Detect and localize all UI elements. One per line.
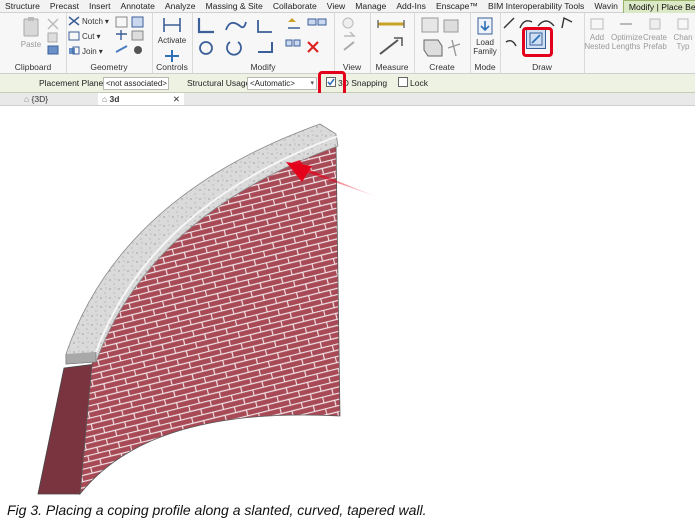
geometry-tools-icons	[115, 16, 144, 54]
view-tabs-bar: ⌂ {3D} ⌂ 3d ✕	[0, 93, 695, 106]
3d-viewport[interactable]	[0, 106, 695, 498]
load-family-icon	[477, 17, 493, 35]
ribbon: Paste Clipboard Notch ▾ Cut ▾ Join ▾ Geo…	[0, 13, 695, 74]
placement-plane-label: Placement Plane:	[39, 78, 106, 88]
join-geometry-icon	[69, 46, 80, 55]
view-tools-icons	[342, 17, 356, 51]
create-prefab-button[interactable]: Create Prefab	[642, 17, 668, 51]
view-tab-3d[interactable]: ⌂ 3d ✕	[98, 93, 184, 105]
optimize-lengths-icon	[620, 23, 632, 25]
structural-usage-label: Structural Usage:	[187, 78, 253, 88]
optimize-lengths-button[interactable]: Optimize Lengths	[611, 17, 643, 51]
tab-massing-site[interactable]: Massing & Site	[201, 0, 268, 12]
geometry-panel: Notch ▾ Cut ▾ Join ▾ Geometry	[66, 13, 153, 73]
create-prefab-icon	[649, 18, 661, 30]
controls-panel: Activate Controls	[152, 13, 193, 73]
draw-tool-highlight	[522, 27, 553, 57]
modify-tools-icons	[197, 18, 327, 56]
notch-button[interactable]: Notch ▾	[68, 16, 109, 26]
create-panel: Create	[414, 13, 471, 73]
measure-panel: Measure	[370, 13, 415, 73]
change-type-button[interactable]: Chan Typ	[671, 17, 695, 51]
change-type-icon	[677, 18, 689, 30]
tab-collaborate[interactable]: Collaborate	[268, 0, 322, 12]
activate-icon	[163, 18, 181, 32]
modify-panel: Modify	[192, 13, 335, 73]
activate-button[interactable]: Activate	[154, 16, 190, 45]
view-panel: View	[334, 13, 371, 73]
tab-insert[interactable]: Insert	[84, 0, 116, 12]
paste-button[interactable]: Paste	[16, 16, 46, 49]
notch-icon	[68, 16, 80, 26]
close-icon[interactable]: ✕	[173, 93, 180, 105]
placement-plane-select[interactable]: <not associated>	[103, 77, 169, 90]
move-icon	[165, 50, 179, 62]
tab-enscape[interactable]: Enscape™	[431, 0, 483, 12]
curved-wall-model	[37, 123, 380, 496]
load-family-button[interactable]: Load Family	[470, 16, 500, 56]
lock-checkbox[interactable]: Lock	[398, 74, 428, 92]
tab-bim-interoperability[interactable]: BIM Interoperability Tools	[483, 0, 589, 12]
tab-add-ins[interactable]: Add-Ins	[391, 0, 431, 12]
add-nested-button[interactable]: Add Nested	[584, 17, 610, 51]
cut-button[interactable]: Cut ▾	[68, 31, 100, 41]
paste-icon	[23, 17, 39, 37]
tab-annotate[interactable]: Annotate	[116, 0, 160, 12]
join-button[interactable]: Join ▾	[68, 46, 103, 56]
tab-structure[interactable]: Structure	[0, 0, 45, 12]
prefab-panel: Add Nested Optimize Lengths Create Prefa…	[584, 13, 695, 73]
tab-manage[interactable]: Manage	[350, 0, 391, 12]
tab-wavin[interactable]: Wavin	[589, 0, 623, 12]
figure-caption: Fig 3. Placing a coping profile along a …	[7, 502, 427, 518]
cut-copy-icons	[47, 18, 59, 55]
chevron-down-icon: ▾	[310, 80, 314, 87]
checkbox-unchecked-icon	[398, 77, 408, 87]
structural-usage-select[interactable]: <Automatic> ▾	[247, 77, 317, 90]
house-icon: ⌂	[24, 94, 30, 104]
tab-analyze[interactable]: Analyze	[160, 0, 201, 12]
clipboard-panel: Paste Clipboard	[0, 13, 67, 73]
tab-modify-place-beam[interactable]: Modify | Place Beam	[622, 0, 695, 13]
tab-view[interactable]: View	[322, 0, 350, 12]
house-icon: ⌂	[102, 94, 108, 104]
options-bar: Placement Plane: <not associated> Struct…	[0, 74, 695, 93]
view-tab-3d-default[interactable]: ⌂ {3D}	[20, 93, 52, 105]
tab-precast[interactable]: Precast	[45, 0, 84, 12]
create-tools-icons	[421, 17, 461, 57]
ribbon-tab-bar: Structure Precast Insert Annotate Analyz…	[0, 0, 695, 13]
measure-tools-icons	[377, 20, 405, 55]
mode-panel: Load Family Mode	[470, 13, 501, 73]
add-nested-icon	[590, 18, 604, 30]
cut-geometry-icon	[68, 31, 80, 41]
